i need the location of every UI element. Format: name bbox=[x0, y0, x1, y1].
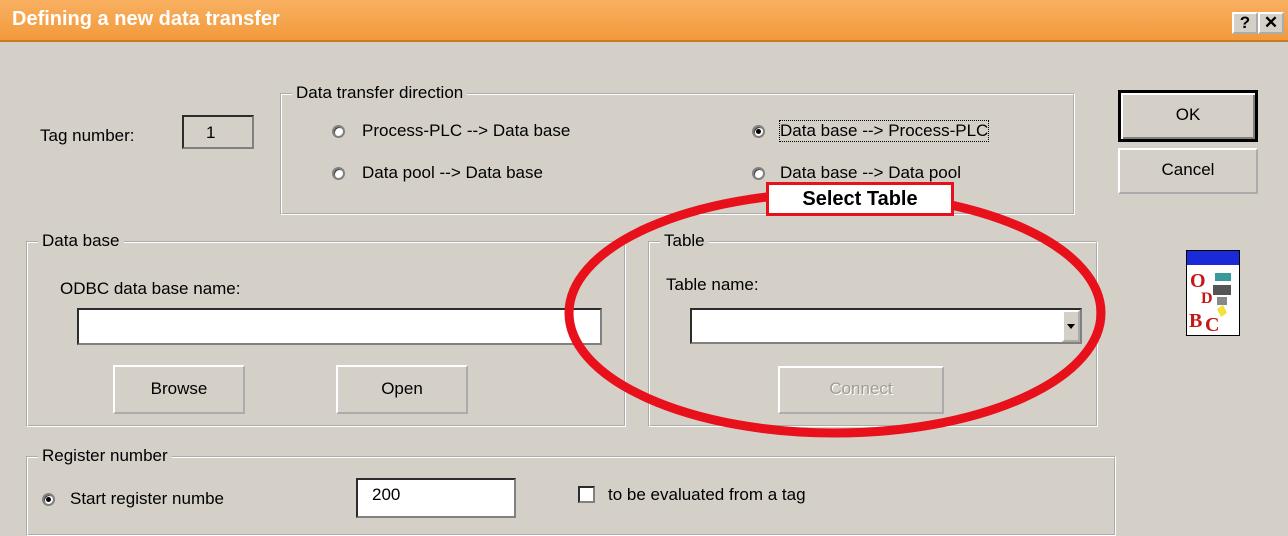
connect-button[interactable]: Connect bbox=[778, 366, 944, 414]
start-register-input[interactable]: 200 bbox=[356, 478, 516, 518]
annotation-label: Select Table bbox=[769, 185, 951, 213]
start-register-value: 200 bbox=[372, 485, 401, 504]
browse-button[interactable]: Browse bbox=[113, 365, 245, 414]
svg-text:B: B bbox=[1189, 310, 1202, 332]
radio-db-to-plc[interactable] bbox=[752, 125, 765, 138]
table-legend: Table bbox=[660, 231, 709, 251]
chevron-down-icon[interactable] bbox=[1062, 310, 1080, 342]
table-name-dropdown[interactable] bbox=[690, 308, 1082, 344]
direction-group: Data transfer direction bbox=[280, 83, 1075, 215]
tag-number-field: 1 bbox=[182, 115, 254, 149]
start-register-label[interactable]: Start register numbe bbox=[70, 489, 224, 509]
svg-text:D: D bbox=[1201, 290, 1213, 307]
annotation-callout: Select Table bbox=[766, 182, 954, 216]
title-bar: Defining a new data transfer ? ✕ bbox=[0, 0, 1288, 42]
help-button[interactable]: ? bbox=[1232, 12, 1258, 34]
ok-button[interactable]: OK bbox=[1118, 90, 1258, 142]
database-legend: Data base bbox=[38, 231, 124, 251]
radio-pool-to-db-label[interactable]: Data pool --> Data base bbox=[362, 163, 543, 183]
odbc-icon: O D B C bbox=[1186, 250, 1240, 336]
open-button[interactable]: Open bbox=[336, 365, 468, 414]
svg-text:O: O bbox=[1190, 270, 1206, 292]
radio-plc-to-db[interactable] bbox=[332, 125, 345, 138]
odbc-name-label: ODBC data base name: bbox=[60, 279, 241, 298]
radio-plc-to-db-label[interactable]: Process-PLC --> Data base bbox=[362, 121, 570, 141]
direction-legend: Data transfer direction bbox=[292, 83, 468, 103]
radio-pool-to-db[interactable] bbox=[332, 167, 345, 180]
tag-number-label: Tag number: bbox=[40, 126, 135, 145]
radio-db-to-plc-label[interactable]: Data base --> Process-PLC bbox=[778, 120, 990, 142]
odbc-name-input[interactable] bbox=[77, 308, 602, 345]
tag-number-value: 1 bbox=[206, 123, 216, 142]
cancel-button[interactable]: Cancel bbox=[1118, 148, 1258, 194]
svg-text:C: C bbox=[1205, 314, 1219, 335]
tag-evaluation-label[interactable]: to be evaluated from a tag bbox=[608, 485, 806, 505]
radio-db-to-pool[interactable] bbox=[752, 167, 765, 180]
window-title: Defining a new data transfer bbox=[12, 8, 280, 30]
radio-db-to-pool-label[interactable]: Data base --> Data pool bbox=[780, 163, 961, 183]
table-name-label: Table name: bbox=[666, 275, 759, 294]
radio-start-register[interactable] bbox=[42, 493, 55, 506]
tag-evaluation-checkbox[interactable] bbox=[578, 486, 595, 503]
close-button[interactable]: ✕ bbox=[1258, 12, 1284, 34]
register-legend: Register number bbox=[38, 446, 172, 466]
